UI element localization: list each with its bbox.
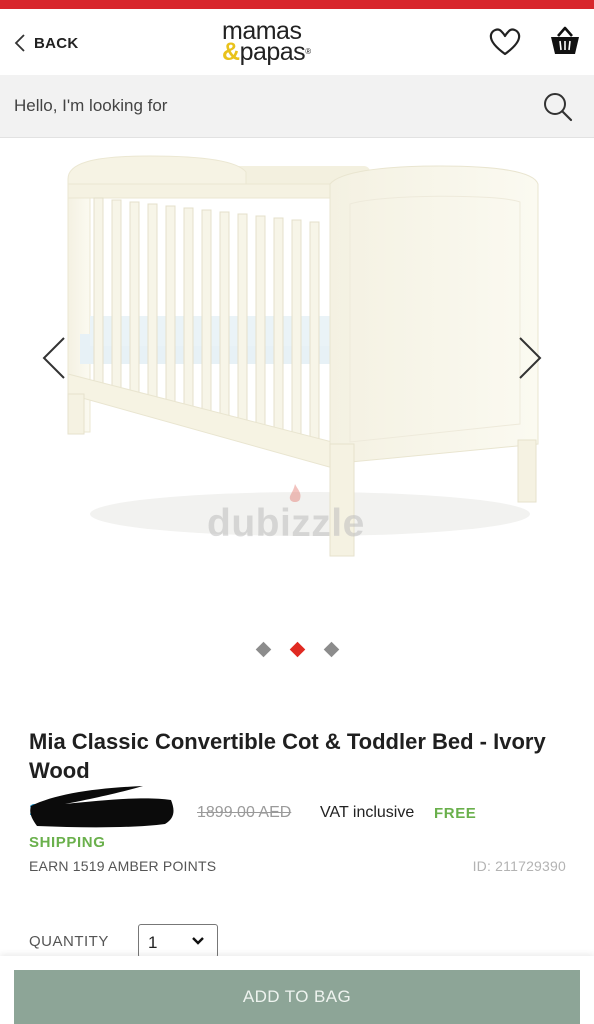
heart-icon — [489, 28, 521, 56]
wishlist-button[interactable] — [488, 26, 522, 58]
redaction-scribble — [30, 786, 174, 828]
vat-note: VAT inclusive — [320, 804, 415, 821]
top-accent-strip — [0, 0, 594, 9]
search-bar — [0, 75, 594, 138]
product-gallery: dubizzle — [0, 138, 594, 678]
add-to-bag-button[interactable]: ADD TO BAG — [14, 970, 580, 1024]
logo-registered-mark: ® — [305, 47, 311, 56]
product-title: Mia Classic Convertible Cot & Toddler Be… — [29, 729, 546, 783]
chevron-left-icon — [14, 34, 25, 52]
search-button[interactable] — [541, 90, 575, 124]
sticky-footer: ADD TO BAG — [0, 956, 594, 1024]
quantity-select[interactable]: 1 — [138, 924, 218, 958]
shipping-label: SHIPPING — [29, 834, 106, 851]
app-header: BACK mamas &papas® — [0, 9, 594, 75]
price-row: 1 ED 1899.00 AED VAT inclusive FREE — [29, 786, 569, 828]
free-shipping-label: FREE — [434, 805, 477, 822]
basket-icon — [551, 26, 579, 54]
back-button[interactable]: BACK — [14, 31, 79, 55]
back-label: BACK — [34, 34, 79, 52]
carousel-dot-1[interactable] — [255, 641, 272, 658]
quantity-value: 1 — [148, 933, 158, 952]
carousel-dot-2-active[interactable] — [289, 641, 306, 658]
quantity-label: QUANTITY — [29, 933, 109, 950]
watermark-text: dubizzle — [207, 502, 365, 545]
prev-image-button[interactable] — [36, 334, 72, 382]
logo-ampersand: & — [222, 38, 240, 66]
carousel-dot-3[interactable] — [323, 641, 340, 658]
chevron-down-icon — [192, 937, 204, 945]
search-input[interactable] — [14, 89, 514, 123]
original-price: 1899.00 AED — [197, 804, 292, 821]
logo-line-papas: &papas® — [222, 40, 344, 65]
carousel-indicators — [254, 641, 344, 659]
amber-points: EARN 1519 AMBER POINTS — [29, 858, 217, 874]
product-id: ID: 211729390 — [472, 858, 566, 874]
chevron-left-icon — [42, 337, 65, 379]
search-icon — [544, 93, 573, 122]
chevron-right-icon — [519, 337, 542, 379]
brand-logo[interactable]: mamas &papas® — [222, 19, 344, 67]
next-image-button[interactable] — [512, 334, 548, 382]
basket-button[interactable] — [548, 24, 582, 58]
logo-word-papas: papas — [239, 38, 306, 66]
add-to-bag-label: ADD TO BAG — [242, 987, 352, 1006]
